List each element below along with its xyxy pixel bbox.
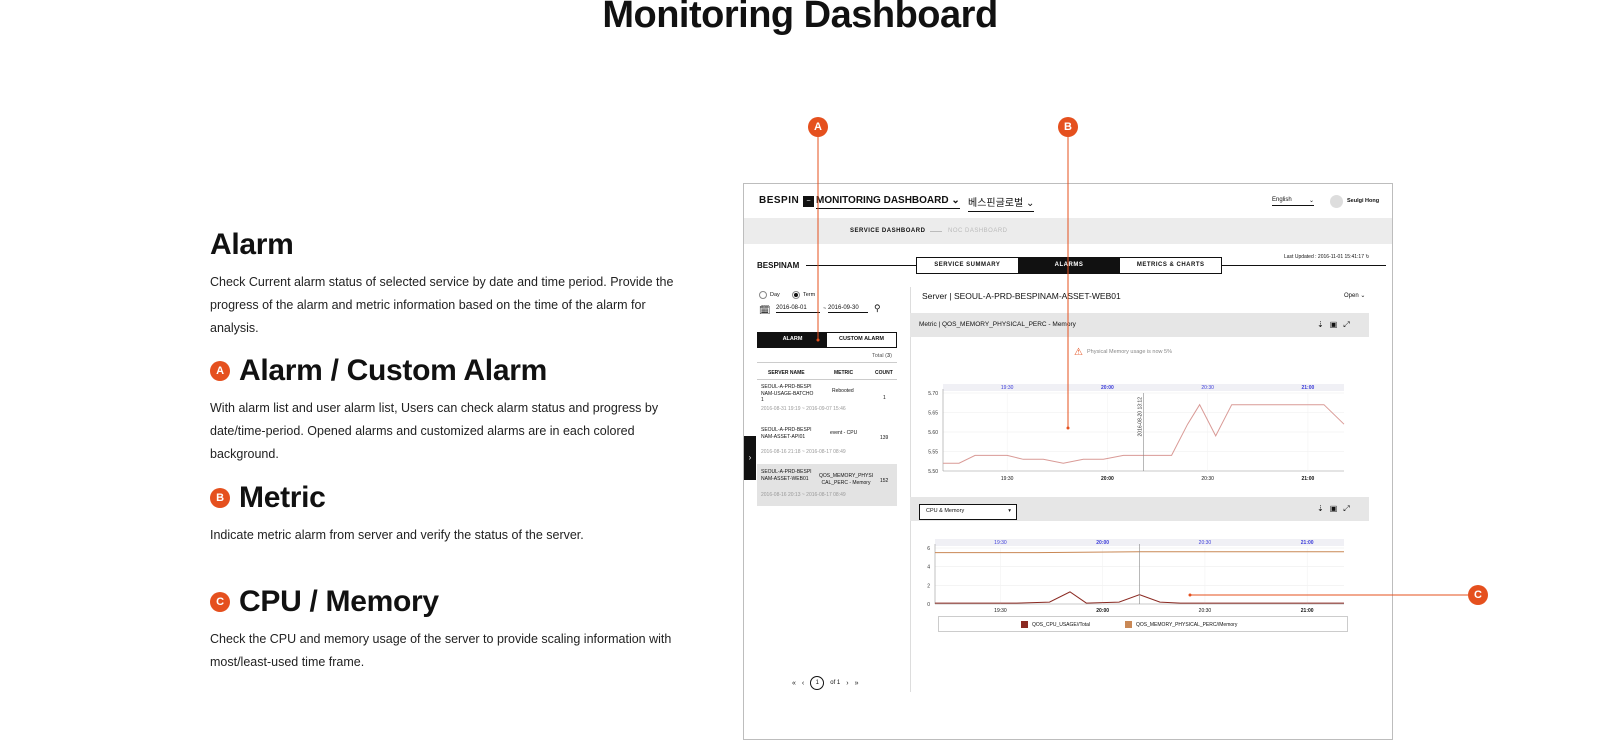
legend-swatch: [1125, 621, 1132, 628]
y-tick-label: 0: [927, 602, 930, 608]
section-text: Check the CPU and memory usage of the se…: [210, 632, 672, 669]
chart-legend: QOS_CPU_USAGE//Total QOS_MEMORY_PHYSICAL…: [938, 616, 1348, 632]
callout-a: A: [808, 117, 828, 137]
charts-canvas: 5.50 5.55 5.60 5.65 5.70 19:30 19:30 20:00 20:00…: [927, 384, 1345, 614]
x-tick-label-top: 20:30: [1199, 540, 1212, 546]
badge-a: A: [210, 361, 230, 381]
dashboard-mockup: BESPIN ~ MONITORING DASHBOARD ⌄ 베스핀글로벌 ⌄…: [743, 183, 1393, 740]
x-tick-label-top: 19:30: [994, 540, 1007, 546]
x-tick-label-top: 21:00: [1302, 385, 1315, 391]
section-text: With alarm list and user alarm list, Use…: [210, 401, 659, 461]
x-tick-label: 20:00: [1101, 476, 1114, 482]
y-tick-label: 6: [927, 546, 930, 552]
x-tick-label: 19:30: [1001, 476, 1014, 482]
x-tick-label-top: 21:00: [1301, 540, 1314, 546]
section-title: Alarm / Custom Alarm: [239, 354, 547, 387]
legend-item-memory: QOS_MEMORY_PHYSICAL_PERC//Memory: [1125, 621, 1237, 628]
x-tick-label-top: 20:30: [1201, 385, 1214, 391]
x-tick-label: 21:00: [1301, 608, 1314, 614]
badge-c: C: [210, 592, 230, 612]
callout-c: C: [1468, 585, 1488, 605]
y-tick-label: 4: [927, 565, 930, 571]
x-tick-label-top: 20:00: [1101, 385, 1114, 391]
section-text: Indicate metric alarm from server and ve…: [210, 528, 584, 542]
y-tick-label: 5.70: [928, 391, 938, 397]
x-tick-label: 20:00: [1096, 608, 1109, 614]
section-cpu-memory: C CPU / Memory Check the CPU and memory u…: [210, 585, 690, 674]
x-tick-label: 20:30: [1201, 476, 1214, 482]
section-text: Check Current alarm status of selected s…: [210, 275, 674, 335]
x-tick-label: 20:30: [1199, 608, 1212, 614]
x-tick-label: 21:00: [1302, 476, 1315, 482]
legend-item-cpu: QOS_CPU_USAGE//Total: [1021, 621, 1090, 628]
section-alarm: Alarm Check Current alarm status of sele…: [210, 228, 690, 340]
y-tick-label: 5.50: [928, 469, 938, 475]
y-tick-label: 2: [927, 583, 930, 589]
badge-b: B: [210, 488, 230, 508]
section-alarm-custom: A Alarm / Custom Alarm With alarm list an…: [210, 354, 690, 466]
section-title: Alarm: [210, 228, 294, 261]
page-title: Monitoring Dashboard: [602, 0, 998, 36]
section-title: Metric: [239, 481, 326, 514]
y-tick-label: 5.65: [928, 411, 938, 417]
y-tick-label: 5.60: [928, 430, 938, 436]
alarm-marker-label: 2016-08-20 13:12: [1138, 397, 1144, 437]
x-tick-label: 19:30: [994, 608, 1007, 614]
section-title: CPU / Memory: [239, 585, 439, 618]
y-tick-label: 5.55: [928, 450, 938, 456]
x-tick-label-top: 19:30: [1001, 385, 1014, 391]
section-metric: B Metric Indicate metric alarm from serve…: [210, 481, 690, 547]
x-tick-label-top: 20:00: [1096, 540, 1109, 546]
callout-b: B: [1058, 117, 1078, 137]
legend-swatch: [1021, 621, 1028, 628]
